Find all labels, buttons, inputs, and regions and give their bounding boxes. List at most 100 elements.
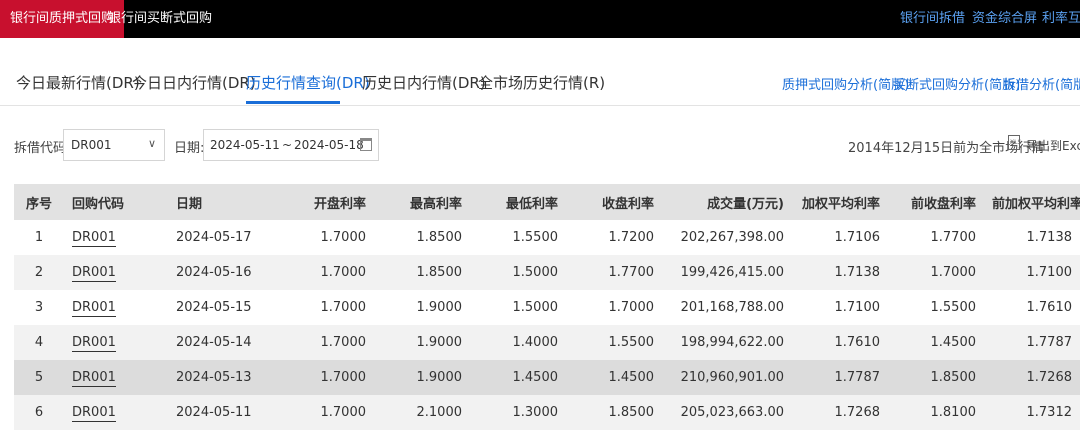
cell-code-text[interactable]: DR001 [72, 335, 116, 352]
cell-index: 2 [14, 255, 64, 290]
cell-close: 1.7200 [566, 220, 662, 255]
date-label: 日期: [174, 141, 205, 156]
code-select[interactable]: DR001 ∨ [63, 129, 165, 161]
date-start: 2024-05-11 [210, 138, 280, 152]
cell-open: 1.7000 [278, 290, 374, 325]
cell-open: 1.7000 [278, 325, 374, 360]
cell-code-text[interactable]: DR001 [72, 265, 116, 282]
col-header-low: 最低利率 [505, 196, 558, 212]
cell-date: 2024-05-13 [168, 360, 278, 395]
active-tab-indicator [246, 101, 340, 104]
cell-open: 1.7000 [278, 395, 374, 430]
col-header-open: 开盘利率 [313, 196, 366, 212]
cell-code-text[interactable]: DR001 [72, 405, 116, 422]
cell-index: 4 [14, 325, 64, 360]
cell-high: 2.1000 [374, 395, 470, 430]
cell-code-link[interactable]: DR001 [64, 255, 168, 290]
cell-wavg: 1.7610 [792, 325, 888, 360]
cell-wavg: 1.7787 [792, 360, 888, 395]
col-header-code: 回购代码 [72, 196, 125, 212]
date-range-input[interactable]: 2024-05-11 ~ 2024-05-18 [203, 129, 379, 161]
col-header-prev-wavg: 前加权平均利率 [992, 196, 1080, 212]
table-row-highlighted[interactable]: 5 DR001 2024-05-13 1.7000 1.9000 1.4500 … [14, 360, 1080, 395]
date-separator: ~ [282, 138, 293, 152]
cell-prev-close: 1.7700 [888, 220, 984, 255]
cell-low: 1.5500 [470, 220, 566, 255]
cell-index: 3 [14, 290, 64, 325]
cell-close: 1.5500 [566, 325, 662, 360]
link-pledged-analysis[interactable]: 质押式回购分析(简版) [782, 74, 909, 93]
table-row[interactable]: 6 DR001 2024-05-11 1.7000 2.1000 1.3000 … [14, 395, 1080, 430]
cell-wavg: 1.7138 [792, 255, 888, 290]
cell-open: 1.7000 [278, 360, 374, 395]
cell-volume: 202,267,398.00 [662, 220, 792, 255]
tab-today-intraday[interactable]: 今日日内行情(DR) [132, 72, 256, 93]
cell-code-link[interactable]: DR001 [64, 395, 168, 430]
cell-code-text[interactable]: DR001 [72, 370, 116, 387]
cell-code-text[interactable]: DR001 [72, 300, 116, 317]
cell-code-link[interactable]: DR001 [64, 360, 168, 395]
excel-icon[interactable]: XLS [1008, 135, 1022, 150]
cell-high: 1.9000 [374, 325, 470, 360]
cell-high: 1.8500 [374, 255, 470, 290]
cell-volume: 199,426,415.00 [662, 255, 792, 290]
top-nav-bar: 银行间质押式回购 银行间买断式回购 银行间拆借 资金综合屏 利率互换 [0, 0, 1080, 38]
cell-prev-wavg: 1.7138 [984, 220, 1080, 255]
cell-high: 1.9000 [374, 360, 470, 395]
cell-close: 1.4500 [566, 360, 662, 395]
top-link-irs[interactable]: 利率互换 [1042, 0, 1080, 38]
excel-icon-text: XLS [1010, 139, 1022, 146]
cell-code-link[interactable]: DR001 [64, 290, 168, 325]
cell-wavg: 1.7106 [792, 220, 888, 255]
cell-open: 1.7000 [278, 220, 374, 255]
cell-high: 1.8500 [374, 220, 470, 255]
tab-history-query[interactable]: 历史行情查询(DR) [246, 72, 370, 93]
cell-date: 2024-05-14 [168, 325, 278, 360]
cell-prev-wavg: 1.7100 [984, 255, 1080, 290]
table-row[interactable]: 3 DR001 2024-05-15 1.7000 1.9000 1.5000 … [14, 290, 1080, 325]
cell-code-link[interactable]: DR001 [64, 220, 168, 255]
cell-prev-close: 1.8100 [888, 395, 984, 430]
table-row[interactable]: 2 DR001 2024-05-16 1.7000 1.8500 1.5000 … [14, 255, 1080, 290]
cell-high: 1.9000 [374, 290, 470, 325]
link-outright-analysis[interactable]: 买断式回购分析(简版) [893, 74, 1020, 93]
tab-today-latest[interactable]: 今日最新行情(DR) [16, 72, 140, 93]
tab-market-history[interactable]: 全市场历史行情(R) [478, 72, 605, 93]
col-header-volume: 成交量(万元) [707, 196, 784, 212]
cell-date: 2024-05-16 [168, 255, 278, 290]
table-header-row: 序号 回购代码 日期 开盘利率 最高利率 最低利率 收盘利率 成交量(万元) 加… [14, 184, 1080, 220]
cell-wavg: 1.7100 [792, 290, 888, 325]
table-row[interactable]: 1 DR001 2024-05-17 1.7000 1.8500 1.5500 … [14, 220, 1080, 255]
top-tab-pledged-repo[interactable]: 银行间质押式回购 [0, 0, 125, 38]
cell-close: 1.7000 [566, 290, 662, 325]
cell-prev-wavg: 1.7787 [984, 325, 1080, 360]
link-lending-analysis[interactable]: 拆借分析(简版) [1003, 74, 1080, 93]
calendar-icon[interactable] [360, 138, 372, 151]
history-table: 序号 回购代码 日期 开盘利率 最高利率 最低利率 收盘利率 成交量(万元) 加… [14, 184, 1080, 430]
cell-prev-close: 1.4500 [888, 325, 984, 360]
cell-prev-wavg: 1.7312 [984, 395, 1080, 430]
filter-bar: 拆借代码: DR001 ∨ 日期: 2024-05-11 ~ 2024-05-1… [0, 126, 1080, 164]
col-header-index: 序号 [25, 196, 52, 212]
cell-code-text[interactable]: DR001 [72, 230, 116, 247]
cell-prev-wavg: 1.7268 [984, 360, 1080, 395]
cell-low: 1.3000 [470, 395, 566, 430]
cell-close: 1.8500 [566, 395, 662, 430]
export-excel-button[interactable]: 导出到Excel [1026, 137, 1080, 154]
col-header-wavg: 加权平均利率 [801, 196, 880, 212]
top-tab-outright-repo[interactable]: 银行间买断式回购 [108, 0, 212, 38]
cell-date: 2024-05-15 [168, 290, 278, 325]
top-link-fund-screen[interactable]: 资金综合屏 [972, 0, 1037, 38]
col-header-prev-close: 前收盘利率 [910, 196, 976, 212]
top-link-interbank-lending[interactable]: 银行间拆借 [900, 0, 965, 38]
cell-index: 6 [14, 395, 64, 430]
query-tabs: 今日最新行情(DR) 今日日内行情(DR) 历史行情查询(DR) 历史日内行情(… [0, 60, 1080, 106]
cell-date: 2024-05-17 [168, 220, 278, 255]
code-label: 拆借代码: [14, 141, 71, 156]
table-row[interactable]: 4 DR001 2024-05-14 1.7000 1.9000 1.4000 … [14, 325, 1080, 360]
cell-prev-close: 1.5500 [888, 290, 984, 325]
tab-history-intraday[interactable]: 历史日内行情(DR) [362, 72, 486, 93]
cell-code-link[interactable]: DR001 [64, 325, 168, 360]
cell-index: 5 [14, 360, 64, 395]
cell-wavg: 1.7268 [792, 395, 888, 430]
